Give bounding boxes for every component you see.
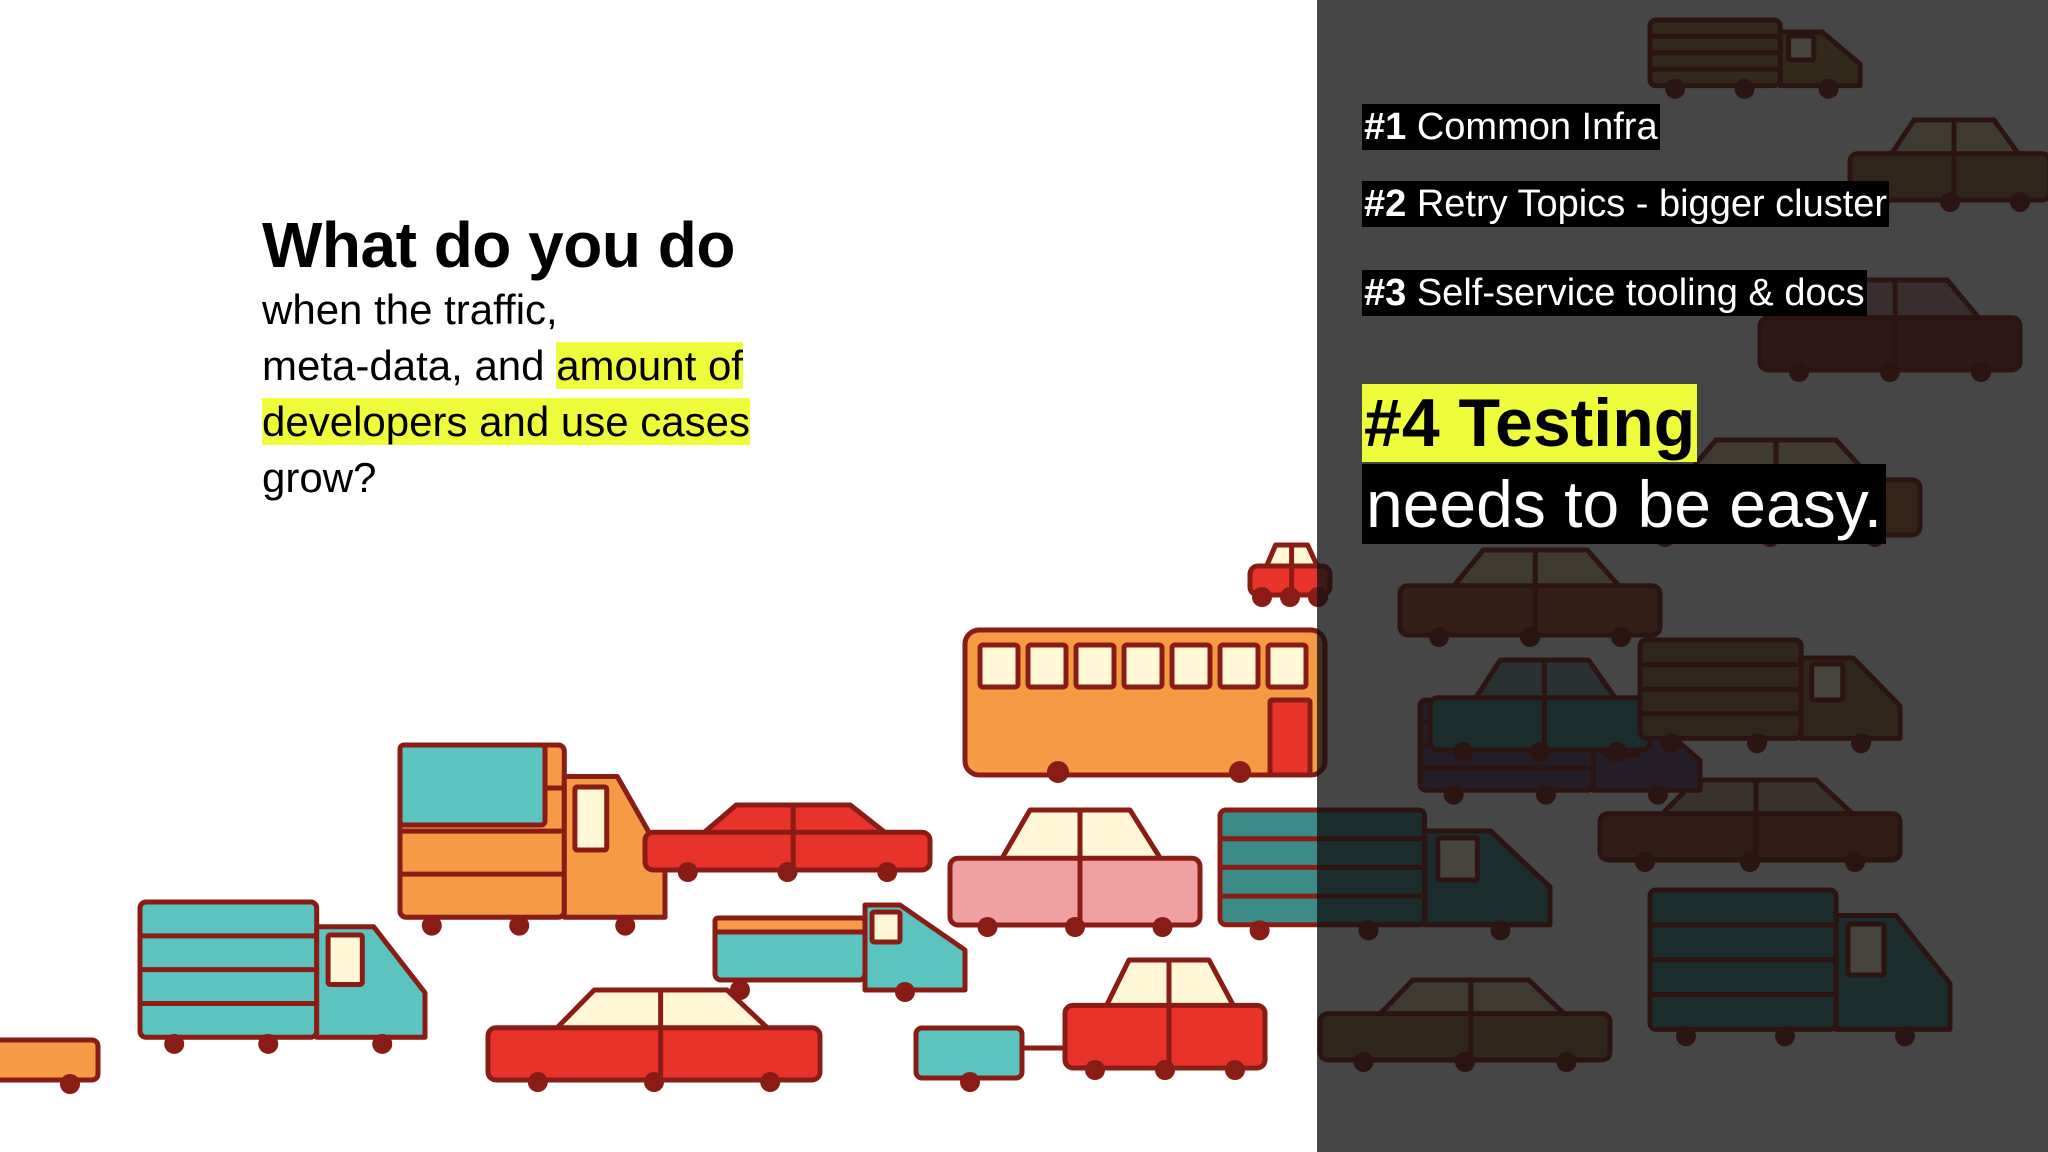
- car-edge-drawing: [0, 1037, 101, 1094]
- question-line-3-highlight: developers and use cases: [262, 398, 750, 445]
- list-item-3-number: #3: [1364, 272, 1407, 314]
- question-title: What do you do: [262, 209, 735, 281]
- truck-teal-drawing: [137, 899, 428, 1054]
- list-item-2-text: Retry Topics - bigger cluster: [1406, 183, 1888, 225]
- car-red-sedan-drawing: [485, 987, 823, 1092]
- question-body: when the traffic, meta-data, and amount …: [262, 282, 862, 506]
- question-line-2: meta-data, and amount of: [262, 338, 862, 394]
- question-line-4: grow?: [262, 454, 377, 501]
- car-red-convertible-drawing: [642, 802, 933, 882]
- list-item-4-title: #4 Testing: [1362, 384, 1698, 462]
- question-line-2-highlight: amount of: [556, 342, 743, 389]
- list-item-3: #3 Self-service tooling & docs: [1362, 270, 1867, 316]
- trailer-teal-drawing: [913, 1025, 1065, 1092]
- dark-overlay-panel: [1317, 0, 2048, 1152]
- list-item-1-number: #1: [1364, 106, 1407, 148]
- car-red-round-drawing: [1062, 957, 1268, 1080]
- bus-drawing: [962, 627, 1328, 783]
- list-item-3-text: Self-service tooling & docs: [1406, 272, 1865, 314]
- slide: What do you do when the traffic, meta-da…: [0, 0, 2048, 1152]
- question-line-2-plain: meta-data, and: [262, 342, 557, 389]
- question-line-1: when the traffic,: [262, 286, 558, 333]
- list-item-1: #1 Common Infra: [1362, 104, 1660, 150]
- list-item-2-number: #2: [1364, 183, 1407, 225]
- question-line-3: developers and use cases: [262, 394, 862, 450]
- list-item-4-subtitle: needs to be easy.: [1362, 464, 1887, 544]
- truck-orange-box-teal: [397, 742, 548, 828]
- car-pink-drawing: [947, 807, 1203, 937]
- list-item-2: #2 Retry Topics - bigger cluster: [1362, 181, 1890, 227]
- pickup-teal-drawing: [712, 902, 968, 1002]
- list-item-1-text: Common Infra: [1406, 106, 1658, 148]
- question-block: What do you do when the traffic, meta-da…: [262, 208, 862, 506]
